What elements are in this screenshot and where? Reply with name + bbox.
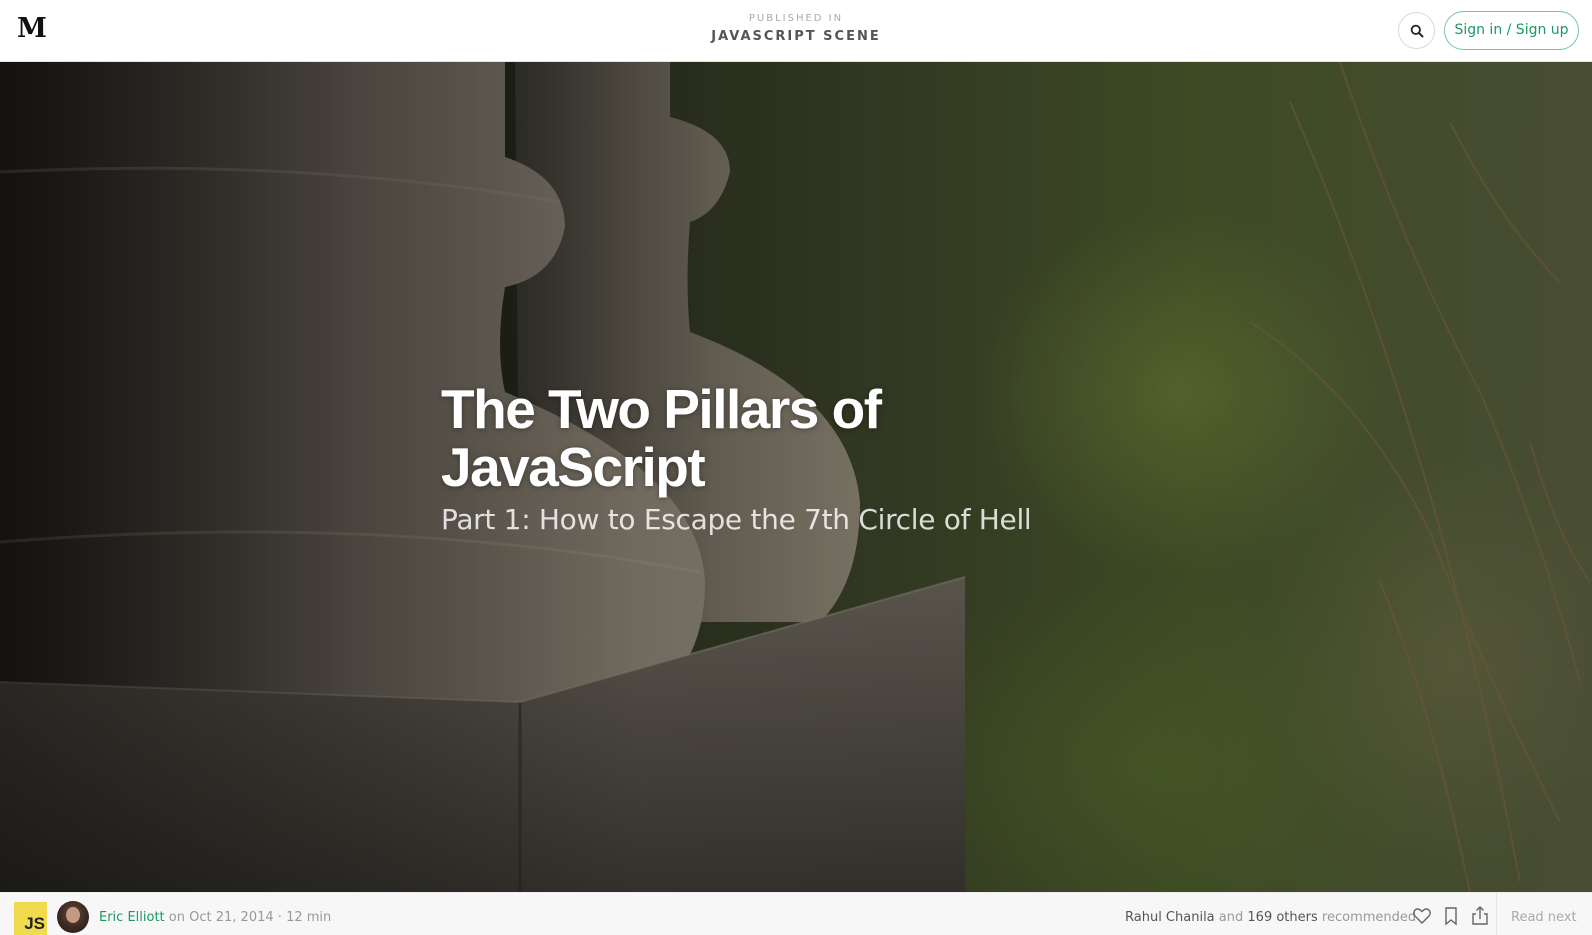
read-next-link[interactable]: Read next <box>1511 910 1577 925</box>
heart-icon[interactable] <box>1411 905 1433 927</box>
author-avatar[interactable] <box>57 901 89 933</box>
share-icon[interactable] <box>1469 905 1491 927</box>
author-name[interactable]: Eric Elliott <box>99 910 165 925</box>
read-time: 12 min <box>286 910 332 925</box>
and-label: and <box>1218 910 1244 925</box>
meta-bar: JS Eric Elliott on Oct 21, 2014 · 12 min… <box>0 892 1592 935</box>
published-in-label: PUBLISHED IN <box>748 13 844 24</box>
date-prefix: on <box>168 910 185 925</box>
hero-image: The Two Pillars of JavaScript Part 1: Ho… <box>0 62 1592 892</box>
recommended-label: recommended <box>1321 910 1417 925</box>
article-title: The Two Pillars of JavaScript <box>441 378 882 498</box>
search-button[interactable] <box>1398 12 1435 49</box>
recommender-name[interactable]: Rahul Chanila <box>1125 910 1215 925</box>
article-subtitle: Part 1: How to Escape the 7th Circle of … <box>441 503 1032 536</box>
recommend-summary: Rahul Chanila and 169 others recommended <box>1125 910 1416 925</box>
hero-text: The Two Pillars of JavaScript Part 1: Ho… <box>441 380 1141 538</box>
others-count[interactable]: 169 others <box>1247 910 1317 925</box>
top-bar: M PUBLISHED IN JAVASCRIPT SCENE Sign in … <box>0 0 1592 62</box>
signin-button[interactable]: Sign in / Sign up <box>1444 11 1579 50</box>
post-date: Oct 21, 2014 <box>189 910 274 925</box>
read-next-divider <box>1496 893 1497 935</box>
search-icon <box>1410 24 1423 37</box>
byline: Eric Elliott on Oct 21, 2014 · 12 min <box>99 910 331 925</box>
bookmark-icon[interactable] <box>1440 905 1462 927</box>
js-badge[interactable]: JS <box>14 902 47 935</box>
publication-name[interactable]: JAVASCRIPT SCENE <box>0 29 1592 45</box>
publication-header: PUBLISHED IN JAVASCRIPT SCENE <box>0 13 1592 45</box>
separator: · <box>277 910 282 925</box>
